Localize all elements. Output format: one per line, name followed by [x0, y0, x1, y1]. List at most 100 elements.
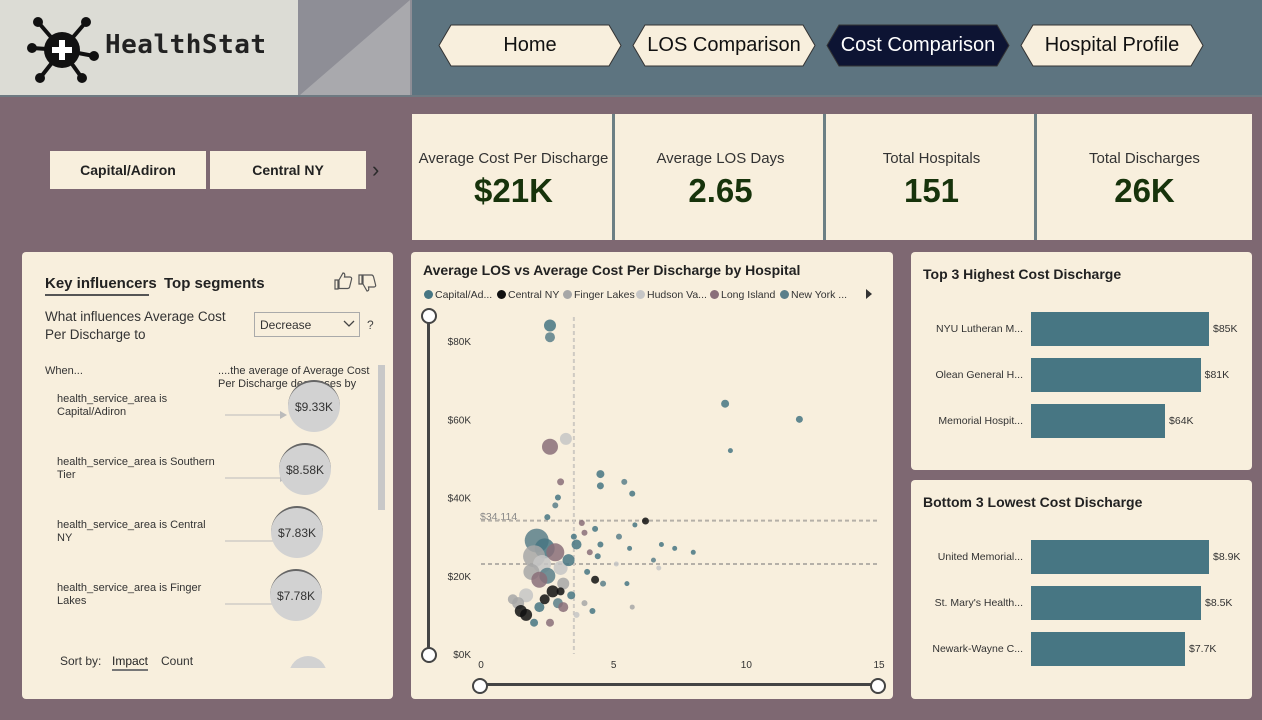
- kpi-label: Average LOS Days: [656, 150, 785, 167]
- scrollbar[interactable]: [378, 365, 385, 510]
- help-icon[interactable]: ?: [367, 318, 374, 332]
- scatter-point[interactable]: [558, 602, 569, 613]
- slicer-next-chevron-icon[interactable]: ›: [372, 157, 379, 183]
- scatter-point[interactable]: [544, 332, 555, 343]
- scatter-point[interactable]: [586, 549, 593, 556]
- col-when-header: When...: [45, 365, 83, 377]
- scatter-point[interactable]: [562, 554, 575, 567]
- scatter-point[interactable]: [539, 594, 550, 605]
- scatter-point[interactable]: [613, 561, 619, 567]
- bar-value-label: $7.7K: [1189, 643, 1217, 655]
- dropdown-value: Decrease: [260, 318, 312, 332]
- nav-hospital-profile[interactable]: Hospital Profile: [1020, 24, 1204, 67]
- scatter-point[interactable]: [581, 600, 588, 607]
- scatter-point[interactable]: [507, 594, 518, 605]
- nav-cost-comparison[interactable]: Cost Comparison: [826, 24, 1010, 67]
- kpi-value: 151: [903, 172, 960, 209]
- tab-top-segments[interactable]: Top segments: [164, 275, 265, 292]
- direction-dropdown[interactable]: Decrease: [254, 312, 360, 337]
- slicer-capital-adiron[interactable]: Capital/Adiron: [50, 151, 206, 189]
- bar[interactable]: [1031, 586, 1201, 620]
- chevron-down-icon: [343, 320, 355, 327]
- scatter-point[interactable]: [642, 517, 650, 525]
- kpi-value: $21K: [474, 172, 553, 209]
- scatter-point[interactable]: [594, 553, 601, 560]
- influencer-condition[interactable]: health_service_area is Finger Lakes: [57, 582, 217, 608]
- scatter-point[interactable]: [554, 494, 561, 501]
- scatter-point[interactable]: [573, 611, 580, 618]
- sort-impact[interactable]: Impact: [112, 654, 149, 671]
- influencer-bubble[interactable]: $7.78K: [270, 569, 322, 621]
- scatter-point[interactable]: [552, 502, 559, 509]
- scatter-point[interactable]: [629, 604, 635, 610]
- scatter-point[interactable]: [589, 607, 596, 614]
- scatter-point[interactable]: [581, 529, 588, 536]
- scatter-point[interactable]: [658, 541, 664, 547]
- scatter-point[interactable]: [672, 545, 678, 551]
- scatter-point[interactable]: [795, 415, 803, 423]
- scatter-point[interactable]: [727, 448, 733, 454]
- scatter-point[interactable]: [544, 514, 551, 521]
- thumbs-up-icon[interactable]: [333, 272, 353, 295]
- y-tick-label: $0K: [453, 650, 471, 661]
- scatter-point[interactable]: [520, 608, 533, 621]
- scatter-point[interactable]: [621, 478, 628, 485]
- scatter-point[interactable]: [571, 539, 582, 550]
- nav-los-comparison[interactable]: LOS Comparison: [632, 24, 816, 67]
- scatter-point[interactable]: [557, 478, 565, 486]
- bar[interactable]: [1031, 540, 1209, 574]
- scatter-point[interactable]: [531, 571, 548, 588]
- scatter-point[interactable]: [541, 438, 558, 455]
- scatter-point[interactable]: [629, 490, 636, 497]
- bar[interactable]: [1031, 404, 1166, 438]
- nav-home[interactable]: Home: [438, 24, 622, 67]
- scatter-point[interactable]: [596, 482, 604, 490]
- influencer-bubble[interactable]: $9.33K: [288, 380, 340, 432]
- bar-category-label: NYU Lutheran M...: [936, 323, 1023, 335]
- scatter-point[interactable]: [627, 545, 633, 551]
- scatter-point[interactable]: [578, 519, 585, 526]
- scatter-point[interactable]: [650, 557, 656, 563]
- tab-underline: [45, 294, 149, 296]
- scatter-point[interactable]: [591, 575, 600, 584]
- x-tick-label: 0: [478, 660, 484, 671]
- col-effect-header: ....the average of Average Cost Per Disc…: [218, 365, 370, 390]
- scatter-point[interactable]: [543, 319, 556, 332]
- influencer-bubble[interactable]: $8.58K: [279, 443, 331, 495]
- sort-count[interactable]: Count: [161, 654, 193, 668]
- sort-label: Sort by:: [60, 654, 102, 668]
- tab-key-influencers[interactable]: Key influencers: [45, 275, 157, 292]
- scatter-point[interactable]: [624, 581, 630, 587]
- slicer-central-ny[interactable]: Central NY: [210, 151, 366, 189]
- scatter-point[interactable]: [559, 432, 572, 445]
- influencer-bubble[interactable]: $7.83K: [271, 506, 323, 558]
- kpi-total-discharges: Total Discharges 26K: [1037, 114, 1252, 240]
- scatter-point[interactable]: [656, 565, 662, 571]
- scatter-point[interactable]: [556, 587, 565, 596]
- scatter-point[interactable]: [615, 533, 622, 540]
- bar[interactable]: [1031, 312, 1209, 346]
- scatter-point[interactable]: [567, 591, 576, 600]
- scatter-point[interactable]: [690, 549, 696, 555]
- top3-panel: Top 3 Highest Cost Discharge NYU Luthera…: [911, 252, 1252, 470]
- kpi-label: Total Discharges: [1089, 150, 1200, 167]
- scatter-point[interactable]: [597, 541, 604, 548]
- bar[interactable]: [1031, 358, 1201, 392]
- scatter-point[interactable]: [632, 522, 638, 528]
- kpi-avg-los: Average LOS Days 2.65: [615, 114, 826, 240]
- thumbs-down-icon[interactable]: [357, 274, 377, 297]
- scatter-point[interactable]: [545, 618, 554, 627]
- influencer-condition[interactable]: health_service_area is Southern Tier: [57, 456, 217, 482]
- scatter-point[interactable]: [600, 580, 607, 587]
- scatter-point[interactable]: [584, 568, 591, 575]
- influencer-condition[interactable]: health_service_area is Capital/Adiron: [57, 393, 217, 419]
- arrow-right-icon: [225, 406, 287, 424]
- scatter-point[interactable]: [570, 533, 577, 540]
- bar[interactable]: [1031, 632, 1185, 666]
- influencer-condition[interactable]: health_service_area is Central NY: [57, 519, 217, 545]
- scatter-point[interactable]: [721, 399, 730, 408]
- scatter-point[interactable]: [596, 470, 605, 479]
- kpi-value: 2.65: [688, 172, 753, 209]
- scatter-point[interactable]: [592, 525, 599, 532]
- scatter-point[interactable]: [530, 618, 539, 627]
